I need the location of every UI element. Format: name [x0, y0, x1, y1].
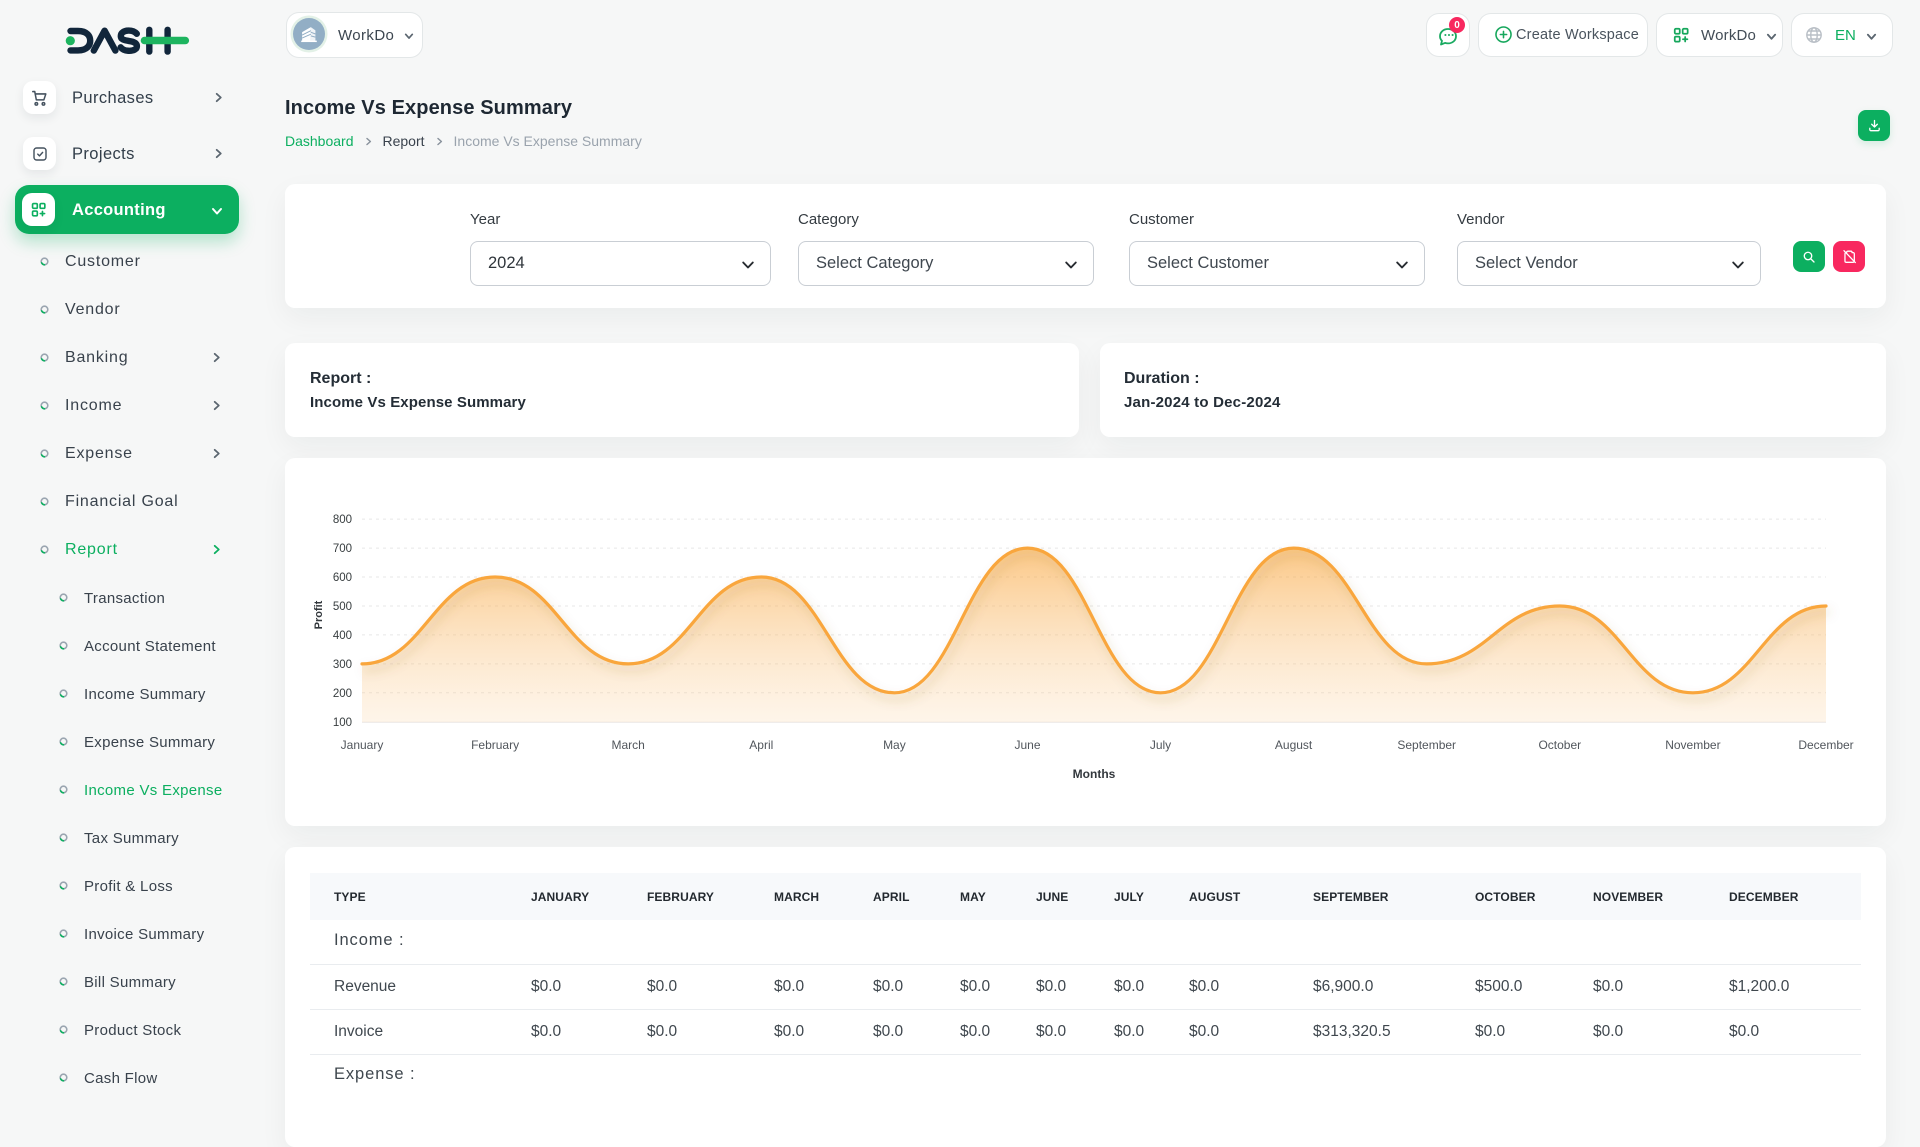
svg-text:March: March [612, 738, 645, 752]
svg-text:April: April [749, 738, 773, 752]
svg-text:700: 700 [333, 543, 352, 555]
svg-text:June: June [1014, 738, 1040, 752]
svg-text:February: February [471, 738, 519, 752]
svg-text:August: August [1275, 738, 1313, 752]
svg-text:800: 800 [333, 514, 352, 526]
svg-text:October: October [1538, 738, 1581, 752]
svg-text:July: July [1150, 738, 1171, 752]
svg-text:November: November [1665, 738, 1720, 752]
svg-text:500: 500 [333, 601, 352, 613]
svg-text:September: September [1397, 738, 1456, 752]
svg-text:May: May [883, 738, 906, 752]
svg-text:200: 200 [333, 688, 352, 700]
svg-text:Months: Months [1073, 767, 1116, 781]
svg-text:400: 400 [333, 630, 352, 642]
svg-text:600: 600 [333, 572, 352, 584]
svg-text:300: 300 [333, 659, 352, 671]
svg-text:Profit: Profit [313, 600, 325, 629]
svg-text:100: 100 [333, 717, 352, 729]
svg-text:January: January [341, 738, 384, 752]
svg-text:December: December [1798, 738, 1853, 752]
